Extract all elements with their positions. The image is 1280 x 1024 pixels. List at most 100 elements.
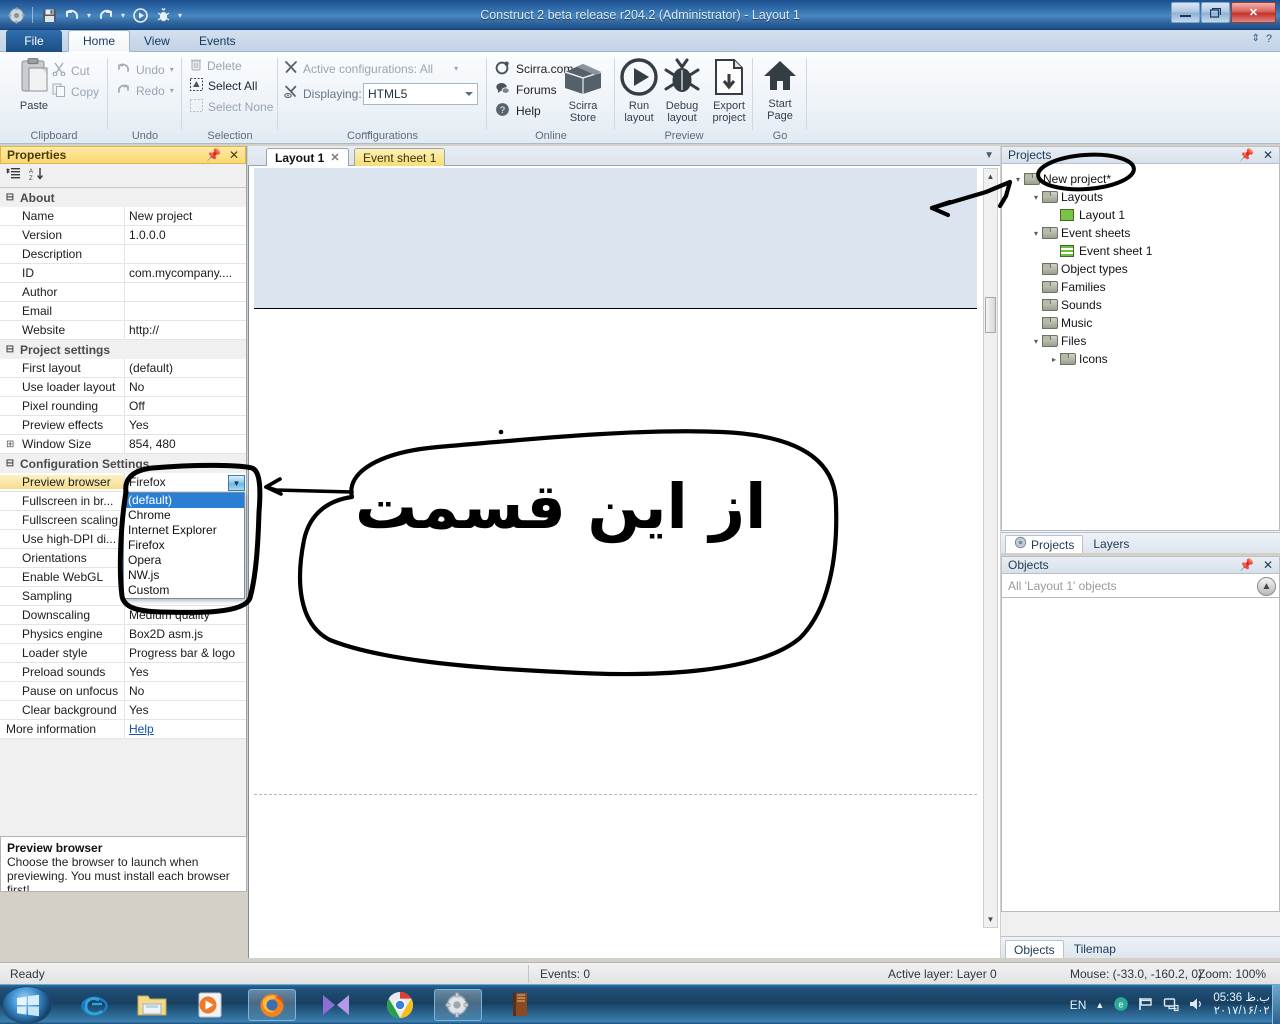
window-controls[interactable]: ✕ [1171,2,1276,23]
close-icon[interactable]: ✕ [1263,558,1273,572]
property-row-id[interactable]: ID com.mycompany.... [0,263,246,283]
property-row-description[interactable]: Description [0,244,246,264]
properties-section-about[interactable]: ⊟ About [0,188,246,207]
property-value[interactable] [124,244,246,264]
preview-browser-dropdown-list[interactable]: (default) Chrome Internet Explorer Firef… [123,492,245,599]
firefox-icon[interactable] [248,989,296,1021]
twisty-icon[interactable]: ▾ [1012,175,1024,184]
scroll-up-icon[interactable]: ▲ [984,169,997,184]
property-value[interactable]: Medium quality [124,605,246,625]
layout-canvas[interactable]: ▲ ▼ [248,166,1000,958]
property-value[interactable]: New project [124,206,246,226]
property-value[interactable]: Yes [124,662,246,682]
twisty-icon[interactable]: ▾ [1030,229,1042,238]
run-layout-button[interactable]: Run layout [617,58,661,124]
property-row-clear-background[interactable]: Clear background Yes [0,700,246,720]
network-icon[interactable] [1163,996,1179,1015]
properties-section-project-settings[interactable]: ⊟ Project settings [0,340,246,359]
antivirus-icon[interactable]: e [1113,996,1129,1015]
tab-layout-1[interactable]: Layout 1 ✕ [266,148,349,166]
dropdown-option-opera[interactable]: Opera [124,553,244,568]
tree-node-sounds[interactable]: Sounds [1002,296,1279,314]
dropdown-option-chrome[interactable]: Chrome [124,508,244,523]
property-row-preload-sounds[interactable]: Preload sounds Yes [0,662,246,682]
book-icon[interactable] [496,989,544,1021]
chrome-icon[interactable] [376,989,424,1021]
tree-node-icons[interactable]: ▸ Icons [1002,350,1279,368]
expand-icon[interactable]: ⊞ [6,439,14,450]
property-value[interactable]: Yes [124,415,246,435]
chevron-down-icon[interactable]: ▾ [170,86,174,95]
cut-button[interactable]: Cut [52,62,90,79]
preview-browser-dropdown-button[interactable]: ▼ [228,475,245,491]
property-value[interactable]: 854, 480 [124,434,246,454]
property-value[interactable] [124,282,246,302]
collapse-icon[interactable]: ⊟ [0,344,20,355]
dropdown-option-default[interactable]: (default) [124,493,244,508]
categorize-icon[interactable] [6,167,21,184]
minimize-button[interactable] [1171,2,1200,23]
property-value[interactable]: com.mycompany.... [124,263,246,283]
property-value[interactable]: Progress bar & logo [124,643,246,663]
flag-icon[interactable] [1138,996,1154,1015]
ribbon-tab-events[interactable]: Events [185,30,250,52]
tree-node-new-project[interactable]: ▾ New project* [1002,170,1279,188]
chevron-down-icon[interactable]: ▼ [984,150,994,161]
sort-alpha-icon[interactable]: AZ [29,167,44,184]
up-arrow-icon[interactable]: ▲ [1257,577,1276,596]
ribbon-tab-home[interactable]: Home [68,30,131,52]
twisty-icon[interactable]: ▾ [1030,337,1042,346]
tree-node-families[interactable]: Families [1002,278,1279,296]
active-configurations-row[interactable]: Active configurations: All ▾ [284,60,458,77]
property-value[interactable]: Off [124,396,246,416]
close-button[interactable]: ✕ [1231,2,1276,23]
dropdown-option-custom[interactable]: Custom [124,583,244,598]
property-row-preview-effects[interactable]: Preview effects Yes [0,415,246,435]
property-row-pause-on-unfocus[interactable]: Pause on unfocus No [0,681,246,701]
property-value[interactable]: (default) [124,358,246,378]
chevron-down-icon[interactable]: ▾ [454,64,458,73]
property-row-pixel-rounding[interactable]: Pixel rounding Off [0,396,246,416]
help-link[interactable]: Help [129,722,154,736]
select-none-button[interactable]: Select None [190,99,273,115]
property-row-first-layout[interactable]: First layout (default) [0,358,246,378]
construct2-icon[interactable]: 2 [434,989,482,1021]
property-row-use-loader-layout[interactable]: Use loader layout No [0,377,246,397]
tree-node-object-types[interactable]: Object types [1002,260,1279,278]
twisty-icon[interactable]: ▾ [1030,193,1042,202]
tree-node-event-sheet-1[interactable]: Event sheet 1 [1002,242,1279,260]
dropdown-option-firefox[interactable]: Firefox [124,538,244,553]
file-explorer-icon[interactable] [128,989,176,1021]
clock[interactable]: 05:36 ب.ظ ۲۰۱۷/۱۶/۰۲ [1213,992,1276,1018]
show-hidden-icons-icon[interactable]: ▲ [1095,1000,1104,1010]
property-row-website[interactable]: Website http:// [0,320,246,340]
property-row-author[interactable]: Author [0,282,246,302]
tree-node-files[interactable]: ▾ Files [1002,332,1279,350]
property-row-physics-engine[interactable]: Physics engine Box2D asm.js [0,624,246,644]
volume-icon[interactable] [1188,996,1204,1015]
tab-layers[interactable]: Layers [1085,535,1137,553]
undo-button[interactable]: Undo ▾ [116,62,174,77]
maximize-button[interactable] [1201,2,1230,23]
copy-button[interactable]: Copy [52,83,99,100]
scirra-store-button[interactable]: Scirra Store [555,56,611,124]
language-indicator[interactable]: EN [1070,998,1087,1012]
property-value[interactable]: No [124,681,246,701]
property-value[interactable]: http:// [124,320,246,340]
canvas-vertical-scrollbar[interactable]: ▲ ▼ [983,168,998,928]
tab-tilemap[interactable]: Tilemap [1066,940,1124,958]
property-row-loader-style[interactable]: Loader style Progress bar & logo [0,643,246,663]
property-row-downscaling[interactable]: Downscaling Medium quality [0,605,246,625]
movie-maker-icon[interactable] [312,989,360,1021]
pin-icon[interactable]: 📌 [206,148,221,162]
tree-node-layouts[interactable]: ▾ Layouts [1002,188,1279,206]
select-all-button[interactable]: Select All [190,78,257,94]
start-page-button[interactable]: Start Page [753,58,807,122]
projects-tree[interactable]: ▾ New project* ▾ Layouts Layout 1 ▾ Even… [1001,164,1280,531]
export-project-button[interactable]: Export project [705,58,753,124]
show-desktop-button[interactable] [1272,985,1280,1024]
internet-explorer-icon[interactable] [70,989,118,1021]
property-value[interactable]: 1.0.0.0 [124,225,246,245]
objects-filter-bar[interactable]: All 'Layout 1' objects ▲ [1001,574,1280,598]
dropdown-option-internet-explorer[interactable]: Internet Explorer [124,523,244,538]
